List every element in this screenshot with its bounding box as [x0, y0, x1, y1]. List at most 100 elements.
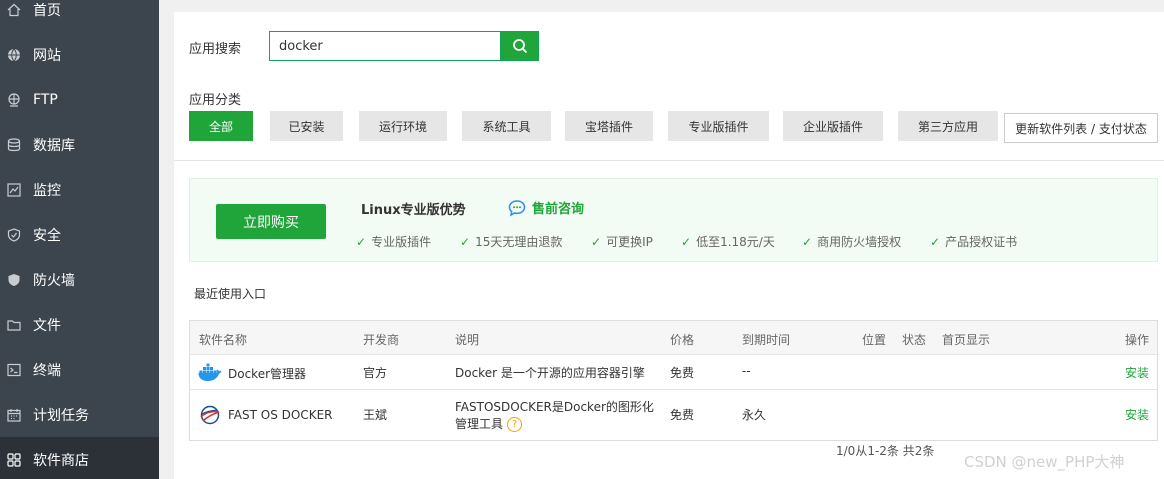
sidebar-item-label: 软件商店 [33, 452, 89, 469]
column-header-name: 软件名称 [199, 333, 248, 347]
buy-now-button[interactable]: 立即购买 [216, 204, 326, 239]
price-cell: 免费 [670, 366, 695, 380]
benefit-item: ✓ 15天无理由退款 [460, 233, 562, 250]
sidebar-item-label: FTP [33, 91, 58, 108]
presales-consult-label: 售前咨询 [532, 202, 585, 217]
sidebar-item-website[interactable]: 网站 [0, 32, 159, 77]
sidebar-item-database[interactable]: 数据库 [0, 122, 159, 167]
chat-bubble-icon [508, 199, 526, 216]
sidebar-item-label: 终端 [33, 362, 61, 379]
fast-os-logo-icon [200, 405, 220, 425]
terminal-icon [7, 363, 21, 377]
sidebar-item-home[interactable]: 首页 [0, 0, 159, 32]
column-header-developer: 开发商 [363, 333, 400, 347]
sidebar-item-label: 安全 [33, 227, 61, 244]
category-installed[interactable]: 已安装 [270, 111, 343, 141]
check-icon: ✓ [681, 234, 692, 249]
sidebar-item-files[interactable]: 文件 [0, 302, 159, 347]
column-header-home-display: 首页显示 [942, 333, 991, 347]
sidebar-item-security[interactable]: 安全 [0, 212, 159, 257]
category-third-party[interactable]: 第三方应用 [898, 111, 998, 141]
category-enterprise-plugins[interactable]: 企业版插件 [783, 111, 883, 141]
benefit-item: ✓ 低至1.18元/天 [681, 233, 775, 250]
developer-cell: 官方 [363, 366, 388, 380]
firewall-shield-icon [7, 273, 21, 287]
developer-cell: 王斌 [363, 408, 388, 422]
sidebar-item-ftp[interactable]: FTP [0, 77, 159, 122]
sidebar-item-label: 文件 [33, 317, 61, 334]
database-icon [7, 137, 21, 152]
column-header-expiry: 到期时间 [742, 333, 791, 347]
install-button[interactable]: 安装 [1125, 364, 1149, 381]
app-name-text: FAST OS DOCKER [228, 408, 333, 422]
expiry-cell: 永久 [742, 408, 767, 422]
description-line: FASTOSDOCKER是Docker的图形化 [455, 400, 654, 414]
app-name-cell: FAST OS DOCKER [198, 405, 333, 425]
sidebar-item-monitor[interactable]: 监控 [0, 167, 159, 212]
category-all[interactable]: 全部 [189, 111, 253, 141]
watermark: CSDN @new_PHP大神 [964, 453, 1125, 471]
check-icon: ✓ [460, 234, 471, 249]
ftp-icon [7, 92, 21, 107]
presales-consult-link[interactable]: 售前咨询 [508, 198, 584, 217]
apps-grid-icon [7, 452, 21, 467]
folder-icon [7, 318, 21, 332]
check-icon: ✓ [802, 234, 813, 249]
sidebar-item-label: 防火墙 [33, 272, 75, 289]
sidebar-item-terminal[interactable]: 终端 [0, 347, 159, 392]
sidebar: 首页 网站 FTP 数据库 监控 安全 防火墙 文件 终端 计划任务 软件商店 [0, 0, 159, 479]
category-bt-plugins[interactable]: 宝塔插件 [565, 111, 653, 141]
sidebar-item-label: 首页 [33, 2, 61, 19]
divider [174, 160, 1164, 161]
category-pro-plugins[interactable]: 专业版插件 [668, 111, 769, 141]
docker-whale-icon [198, 363, 222, 381]
software-table: 软件名称 开发商 说明 价格 到期时间 位置 状态 首页显示 操作 Docker… [189, 320, 1158, 441]
sidebar-item-label: 计划任务 [33, 407, 89, 424]
help-question-icon[interactable]: ? [507, 417, 523, 432]
category-system-tools[interactable]: 系统工具 [462, 111, 551, 141]
search-icon [512, 39, 527, 54]
description-cell: Docker 是一个开源的应用容器引擎 [455, 366, 645, 380]
shield-icon [7, 227, 21, 242]
check-icon: ✓ [356, 234, 367, 249]
description-cell: FASTOSDOCKER是Docker的图形化 管理工具? [455, 399, 654, 433]
promo-banner: 立即购买 Linux专业版优势 售前咨询 ✓ 专业版插件 ✓ 15天无理由退款 ✓ 可… [189, 178, 1158, 262]
description-line: 管理工具 [455, 417, 504, 431]
main-panel: 应用搜索 应用分类 全部 已安装 运行环境 系统工具 宝塔插件 专业版插件 企业… [174, 12, 1164, 479]
column-header-location: 位置 [862, 333, 887, 347]
recent-entries-label: 最近使用入口 [194, 287, 267, 301]
sidebar-item-label: 监控 [33, 182, 61, 199]
benefit-label: 低至1.18元/天 [696, 235, 775, 249]
description-line-wrap: 管理工具? [455, 416, 654, 433]
sidebar-item-cron[interactable]: 计划任务 [0, 392, 159, 437]
benefit-item: ✓ 商用防火墙授权 [802, 233, 901, 250]
benefit-label: 可更换IP [606, 235, 653, 249]
update-software-list-button[interactable]: 更新软件列表 / 支付状态 [1004, 113, 1158, 143]
calendar-icon [7, 408, 21, 422]
promo-title: Linux专业版优势 [361, 203, 466, 218]
search-label: 应用搜索 [189, 42, 242, 57]
monitor-chart-icon [7, 182, 21, 197]
search-button[interactable] [500, 31, 539, 61]
pagination-info: 1/0从1-2条 共2条 [836, 444, 935, 458]
home-icon [7, 3, 21, 17]
search-input[interactable] [269, 31, 500, 61]
price-cell: 免费 [670, 408, 695, 422]
sidebar-item-label: 数据库 [33, 137, 75, 154]
benefit-item: ✓ 可更换IP [591, 233, 653, 250]
category-runtime[interactable]: 运行环境 [359, 111, 447, 141]
table-row: FAST OS DOCKER 王斌 FASTOSDOCKER是Docker的图形… [190, 390, 1157, 440]
benefit-item: ✓ 产品授权证书 [930, 233, 1017, 250]
column-header-price: 价格 [670, 333, 695, 347]
sidebar-item-firewall[interactable]: 防火墙 [0, 257, 159, 302]
column-header-description: 说明 [455, 333, 480, 347]
sidebar-item-app-store[interactable]: 软件商店 [0, 437, 159, 479]
sidebar-item-label: 网站 [33, 47, 61, 64]
column-header-status: 状态 [902, 333, 927, 347]
expiry-cell: -- [742, 364, 751, 378]
install-button[interactable]: 安装 [1125, 406, 1149, 423]
category-label: 应用分类 [189, 93, 242, 108]
app-name-cell: Docker管理器 [198, 363, 306, 383]
benefit-label: 专业版插件 [371, 235, 432, 249]
benefit-label: 产品授权证书 [945, 235, 1018, 249]
